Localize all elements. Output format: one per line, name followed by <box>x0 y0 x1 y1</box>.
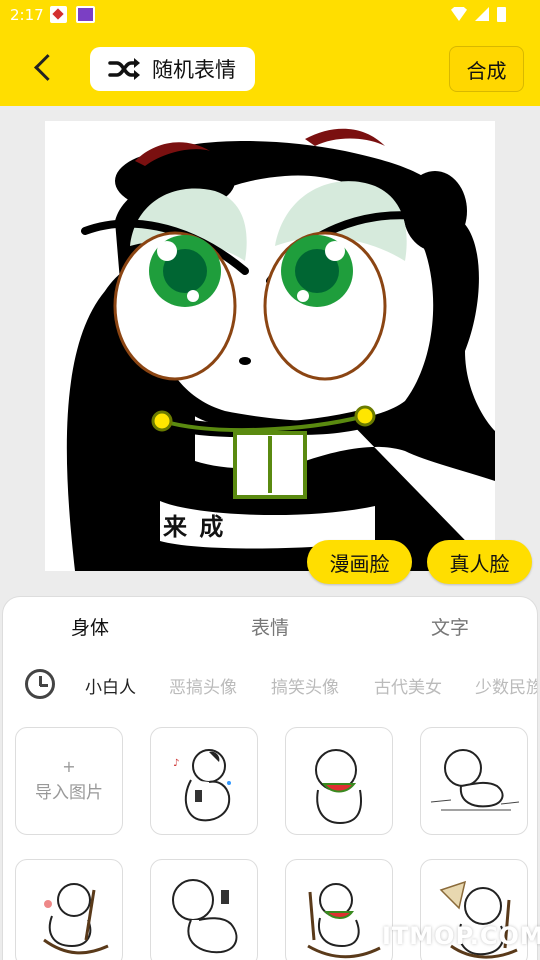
category-shaoshu-minzu[interactable]: 少数民族 <box>475 673 537 698</box>
clock-icon[interactable] <box>25 669 55 699</box>
back-button[interactable] <box>28 52 60 84</box>
category-bar: 小白人 恶搞头像 搞笑头像 古代美女 少数民族 <box>3 665 537 705</box>
sticker-figure-phone-lying[interactable] <box>150 859 258 960</box>
sticker-figure-watermelon[interactable] <box>285 727 393 835</box>
random-expression-button[interactable]: 随机表情 <box>90 47 255 91</box>
compose-button[interactable]: 合成 <box>449 46 524 92</box>
cartoon-face-button[interactable]: 漫画脸 <box>307 540 412 584</box>
random-expression-label: 随机表情 <box>152 58 236 82</box>
import-image-button[interactable]: + 导入图片 <box>15 727 123 835</box>
sticker-figure-phone[interactable]: ♪ <box>150 727 258 835</box>
category-gaoxiao[interactable]: 搞笑头像 <box>271 673 339 698</box>
category-xiaobairen[interactable]: 小白人 <box>85 673 136 698</box>
tab-body[interactable]: 身体 <box>71 613 109 640</box>
watermark: ITMOP.COM <box>382 922 540 950</box>
battery-icon <box>497 7 506 22</box>
category-egao[interactable]: 恶搞头像 <box>169 673 237 698</box>
toolbar: 随机表情 合成 <box>0 30 540 106</box>
panel-tabs: 身体 表情 文字 <box>3 597 537 653</box>
meme-image <box>66 128 495 571</box>
category-gudai-meinv[interactable]: 古代美女 <box>374 673 442 698</box>
sticker-figure-sitting[interactable] <box>420 727 528 835</box>
real-face-button[interactable]: 真人脸 <box>427 540 532 584</box>
status-bar: 2:17 <box>0 0 540 30</box>
system-icons <box>451 7 506 22</box>
import-image-label: 导入图片 <box>35 782 103 803</box>
sticker-figure-rocking-chair-watermelon[interactable] <box>285 859 393 960</box>
tab-text[interactable]: 文字 <box>431 613 469 640</box>
meme-caption: 来 成 <box>163 513 226 541</box>
shuffle-icon <box>108 57 142 81</box>
app-notification-icon <box>50 6 67 23</box>
tab-expression[interactable]: 表情 <box>251 613 289 640</box>
status-time: 2:17 <box>10 6 44 24</box>
plus-icon: + <box>62 756 76 776</box>
wifi-icon <box>451 7 467 21</box>
app-notification-icon <box>76 6 95 23</box>
material-panel: 身体 表情 文字 小白人 恶搞头像 搞笑头像 古代美女 少数民族 + 导入图片 … <box>2 596 538 960</box>
sticker-figure-rocking-chair[interactable] <box>15 859 123 960</box>
editor-canvas-area: 来 成 漫画脸 真人脸 <box>0 106 540 596</box>
svg-text:♪: ♪ <box>173 758 179 769</box>
signal-icon <box>475 7 489 21</box>
meme-preview[interactable]: 来 成 <box>45 121 495 571</box>
